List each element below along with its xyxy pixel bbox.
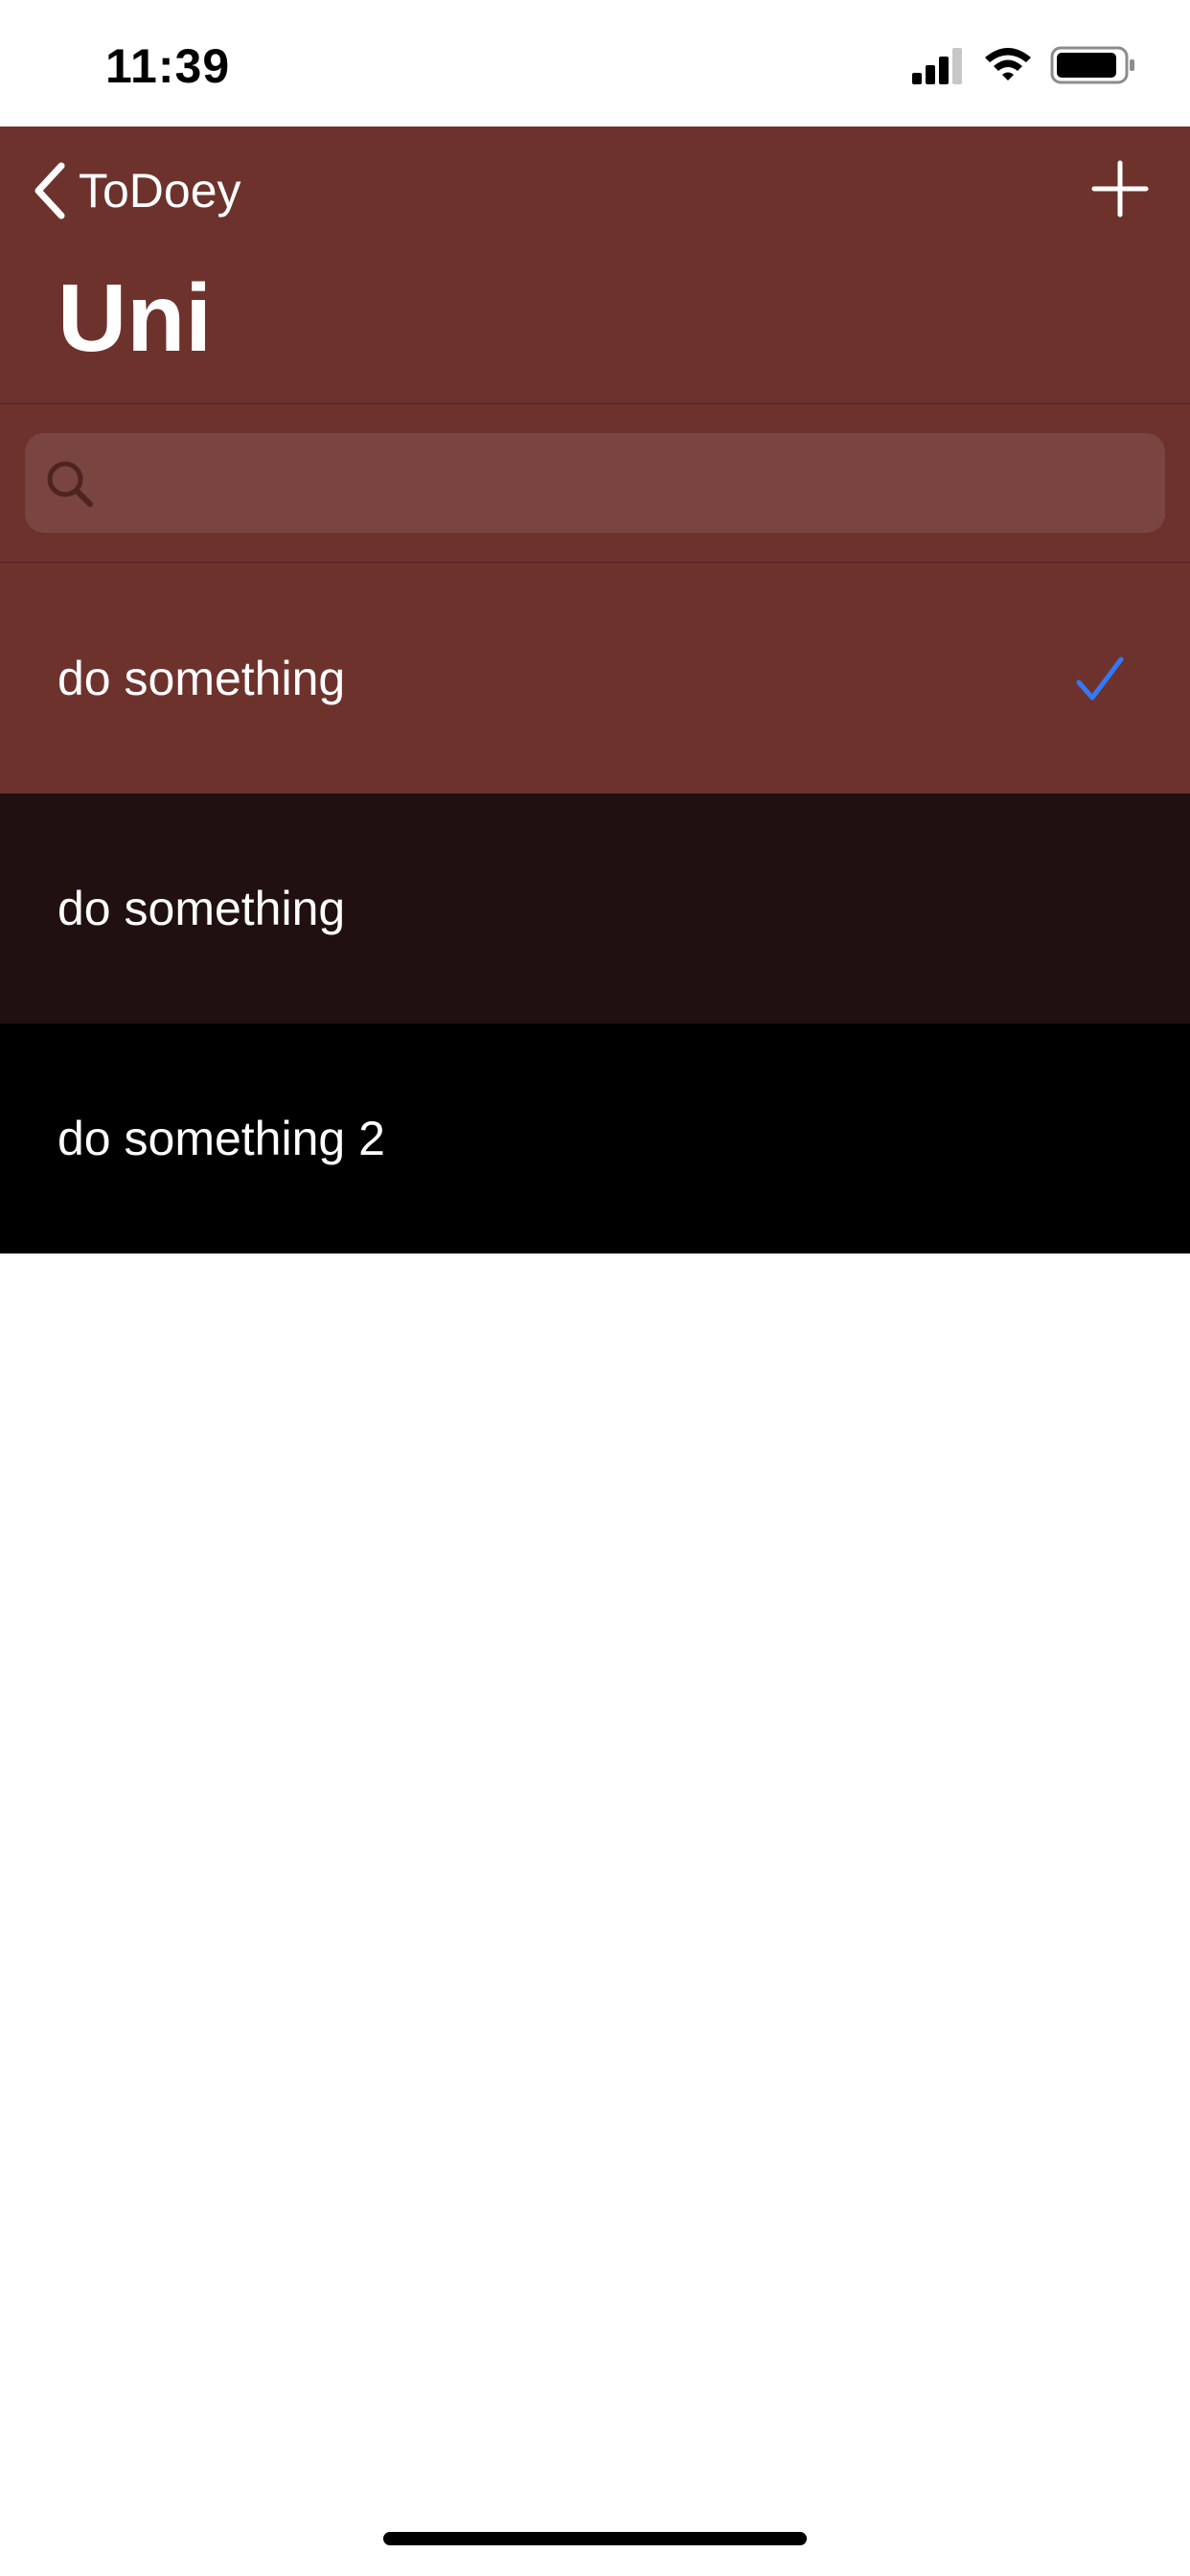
add-item-button[interactable] [1087, 155, 1154, 222]
list-item[interactable]: do something 2 [0, 1024, 1190, 1254]
back-button-label: ToDoey [79, 164, 241, 218]
battery-icon [1050, 46, 1134, 84]
chevron-left-icon [34, 162, 65, 219]
checkmark-icon [1076, 656, 1124, 701]
cellular-signal-icon [912, 48, 962, 84]
list-item-label: do something [57, 882, 346, 935]
home-indicator [383, 2532, 807, 2545]
back-button[interactable]: ToDoey [33, 157, 241, 224]
wifi-icon [985, 48, 1031, 80]
search-icon [47, 461, 93, 507]
status-bar: 11:39 [0, 0, 1190, 126]
search-field[interactable] [25, 433, 1165, 535]
list-item[interactable]: do something [0, 794, 1190, 1024]
search-area [0, 404, 1190, 562]
list-item[interactable]: do something [0, 564, 1190, 794]
navigation-bar: ToDoey Uni [0, 126, 1190, 402]
screen: 11:39 ToDoey Uni do something do somethi… [0, 0, 1190, 2576]
todo-list: do something do something do something 2 [0, 564, 1190, 1254]
status-time: 11:39 [105, 39, 231, 93]
plus-icon [1091, 160, 1149, 218]
search-input[interactable] [111, 433, 1150, 535]
list-item-label: do something [57, 652, 346, 705]
list-item-label: do something 2 [57, 1112, 385, 1165]
status-icons [912, 44, 1142, 86]
page-title: Uni [57, 264, 213, 372]
